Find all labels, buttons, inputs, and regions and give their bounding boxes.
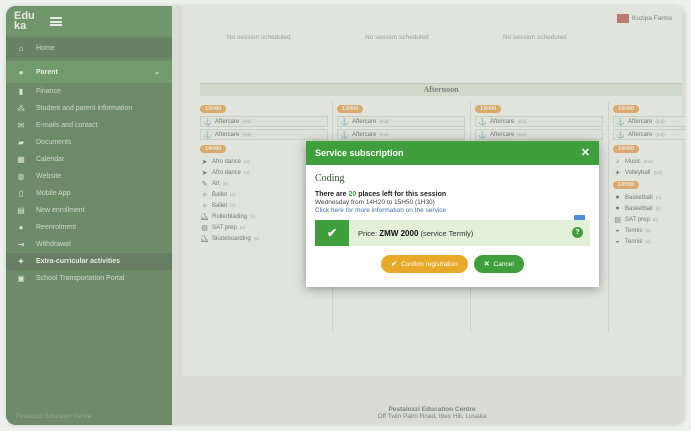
close-icon: ✕ [483, 261, 490, 268]
price-option[interactable]: ✔ Price: ZMW 2000 (service Termly) ? [315, 220, 590, 246]
close-icon[interactable]: ✕ [581, 146, 590, 159]
dialog-title: Service subscription [315, 148, 404, 158]
activity-name: Coding [315, 173, 345, 184]
session-schedule: Wednesday from 14H20 to 15H50 (1H30) [315, 199, 435, 206]
check-icon: ✔ [391, 261, 398, 268]
price-value: ZMW 2000 [379, 228, 419, 238]
places-left-text: There are 20 places left for this sessio… [315, 191, 447, 198]
cancel-button[interactable]: ✕ Cancel [473, 255, 524, 273]
check-icon: ✔ [315, 220, 349, 246]
dialog-actions: ✔ Confirm registration ✕ Cancel [315, 255, 590, 273]
confirm-registration-button[interactable]: ✔ Confirm registration [381, 255, 468, 273]
help-icon[interactable]: ? [572, 227, 583, 238]
price-text: Price: ZMW 2000 (service Termly) [358, 228, 474, 238]
dialog-header: Service subscription ✕ [306, 141, 599, 165]
more-info-link[interactable]: Click here for more information on the s… [315, 207, 590, 214]
dialog-body: Coding There are 20 places left for this… [306, 165, 599, 273]
service-subscription-dialog: Service subscription ✕ Coding There are … [306, 141, 599, 287]
